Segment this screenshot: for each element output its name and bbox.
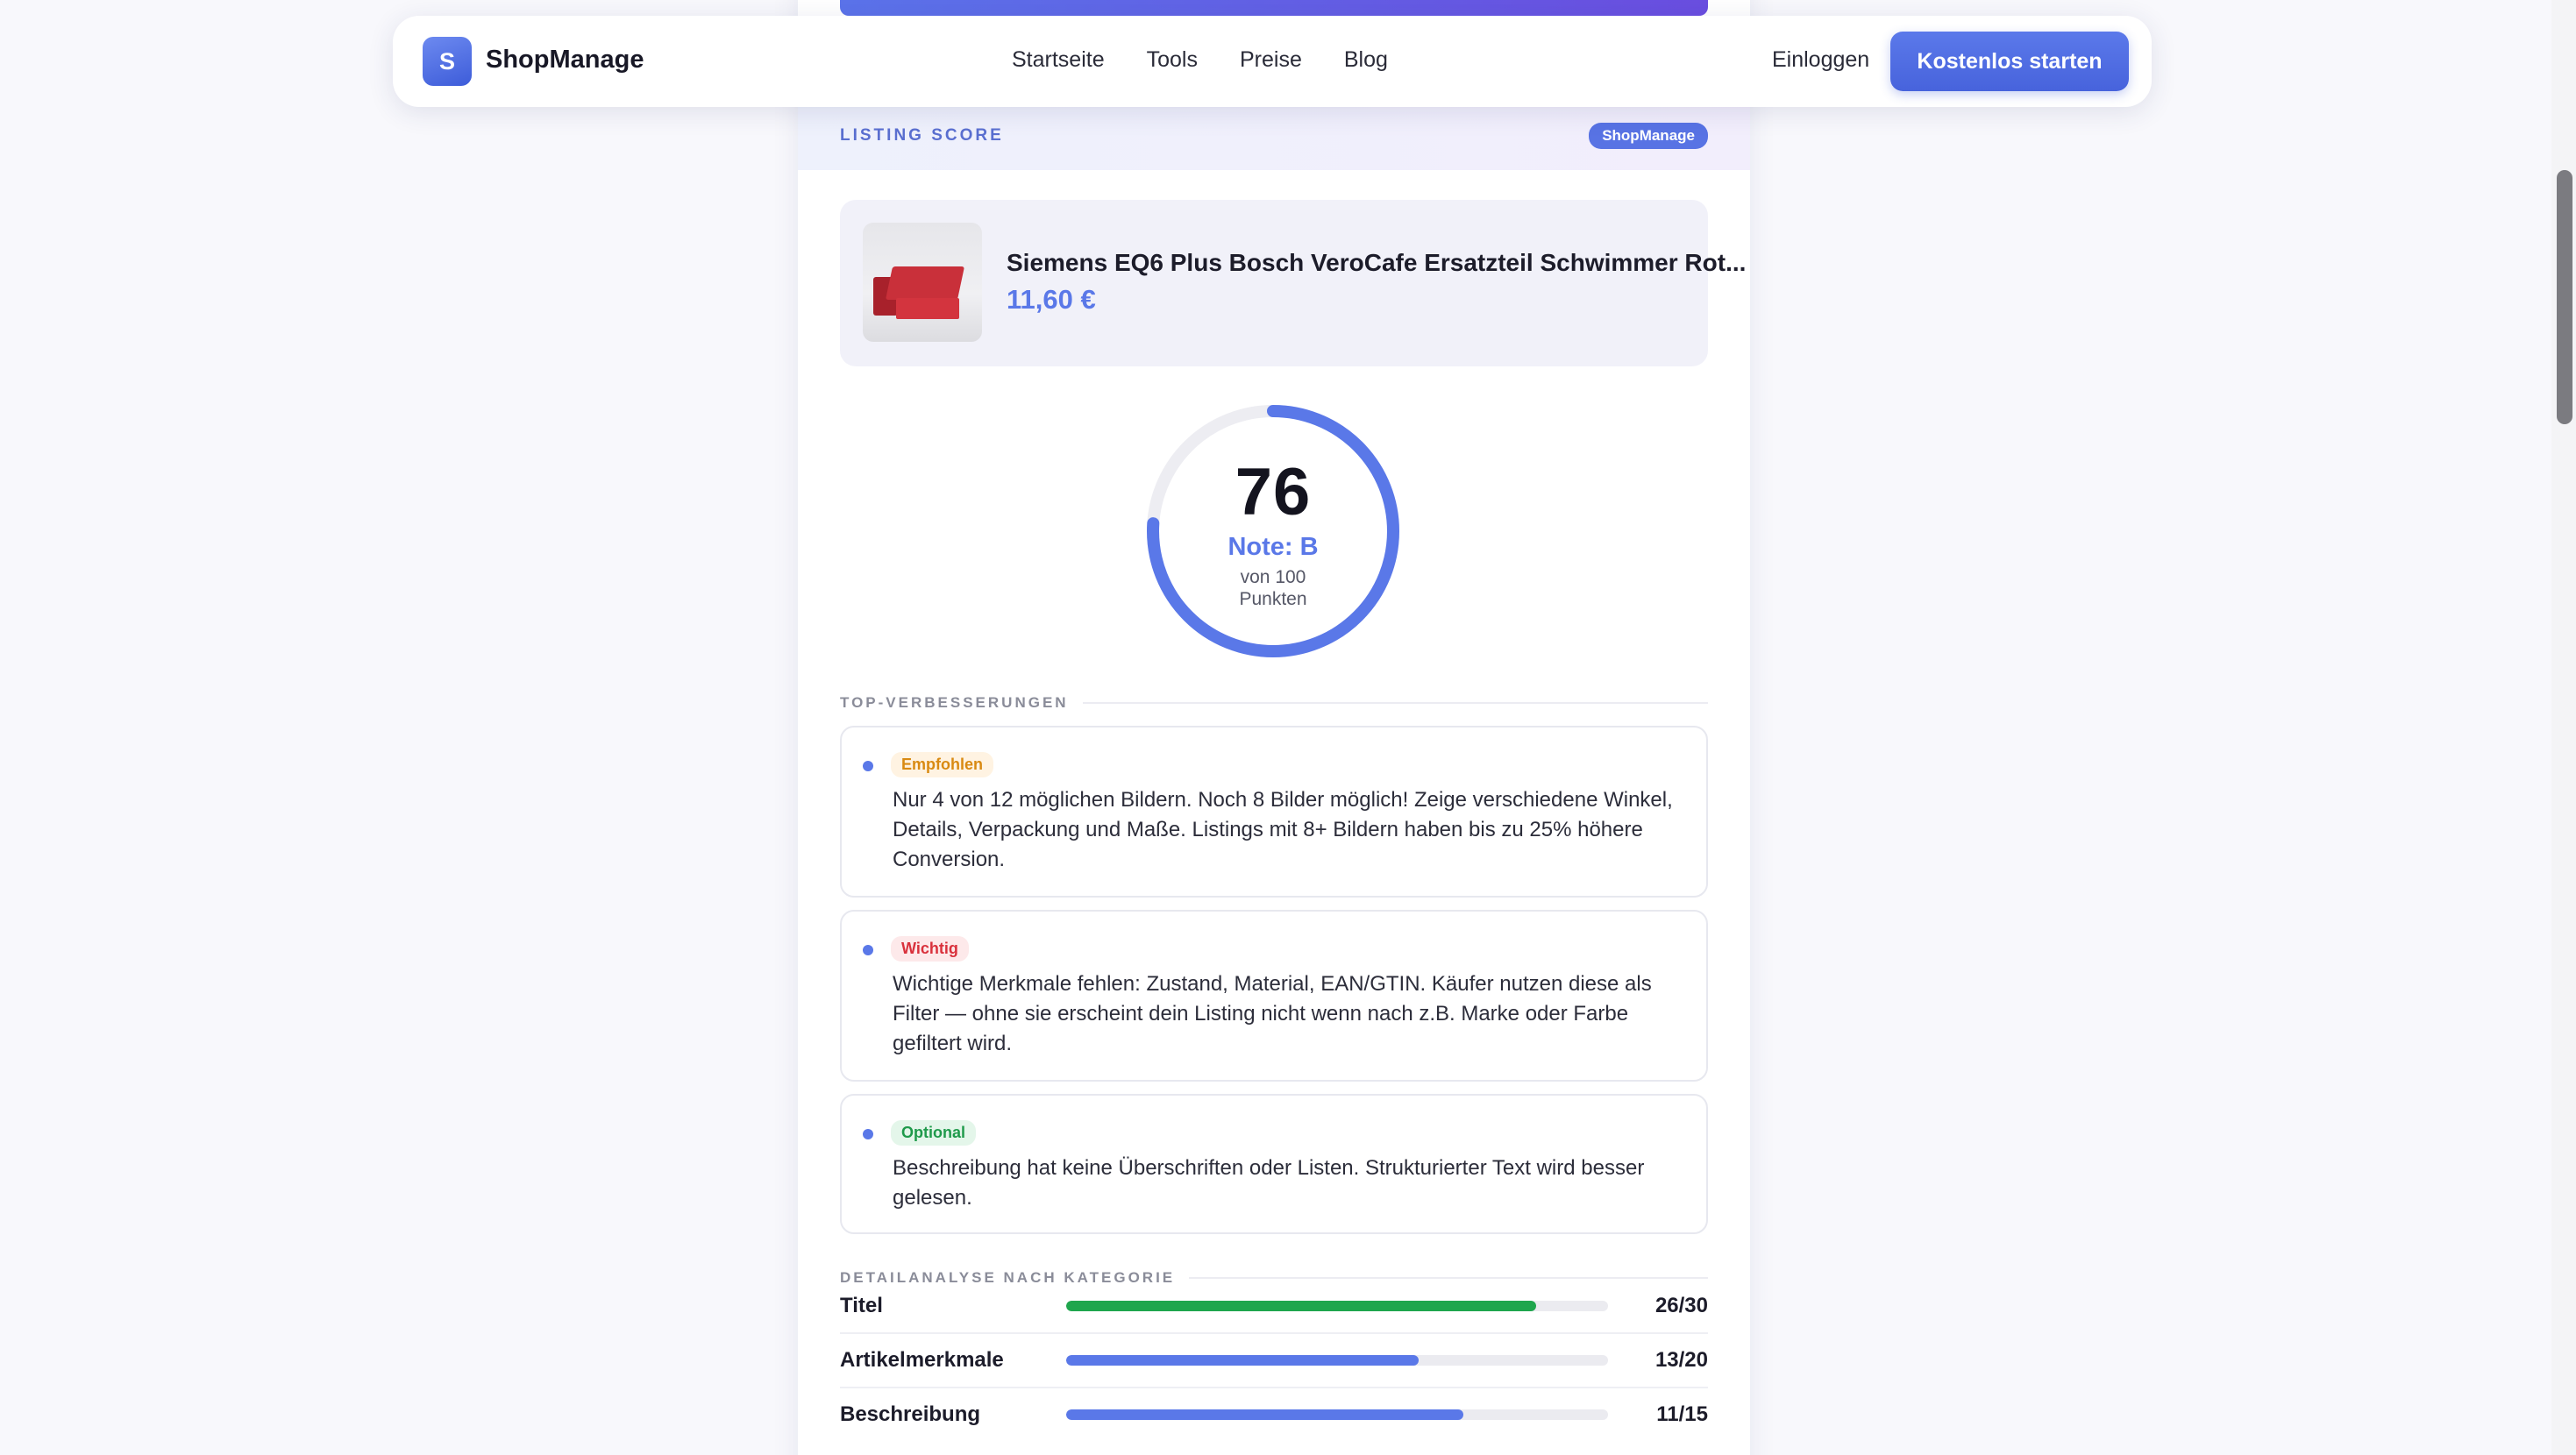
score-ring-graphic	[1147, 405, 1399, 657]
score-value: 76	[1235, 455, 1312, 529]
priority-tag: Wichtig	[891, 936, 969, 962]
product-summary: Siemens EQ6 Plus Bosch VeroCafe Ersatzte…	[840, 200, 1746, 366]
bullet-dot	[863, 761, 873, 771]
category-score: 13/20	[1654, 1348, 1708, 1372]
brand-name[interactable]: ShopManage	[486, 46, 644, 75]
improvement-item: Empfohlen Nur 4 von 12 möglichen Bildern…	[840, 726, 1708, 898]
category-row: Titel 26/30	[840, 1280, 1708, 1334]
brand-badge: ShopManage	[1589, 123, 1708, 149]
category-row: Artikelmerkmale 13/20	[840, 1334, 1708, 1388]
start-free-button[interactable]: Kostenlos starten	[1890, 32, 2129, 91]
score-grade: Note: B	[1228, 533, 1319, 561]
product-title: Siemens EQ6 Plus Bosch VeroCafe Ersatzte…	[1007, 249, 1747, 276]
category-bar	[1066, 1409, 1608, 1420]
nav-links: Startseite Tools Preise Blog	[1012, 47, 1430, 73]
login-link[interactable]: Einloggen	[1772, 47, 1869, 73]
category-row: Beschreibung 11/15	[840, 1388, 1708, 1443]
improvements-heading: TOP-VERBESSERUNGEN	[840, 694, 1708, 712]
category-name: Titel	[840, 1294, 883, 1317]
category-name: Artikelmerkmale	[840, 1348, 1004, 1372]
category-bar	[1066, 1355, 1608, 1366]
logo-icon[interactable]: S	[423, 37, 472, 86]
improvement-item: Optional Beschreibung hat keine Überschr…	[840, 1094, 1708, 1234]
score-ring: 76 Note: B von 100 Punkten	[1143, 401, 1403, 661]
category-score: 26/30	[1654, 1294, 1708, 1317]
nav-link-blog[interactable]: Blog	[1344, 47, 1388, 73]
category-score: 11/15	[1656, 1402, 1708, 1426]
score-subtitle: von 100 Punkten	[1239, 567, 1307, 609]
improvement-text: Wichtige Merkmale fehlen: Zustand, Mater…	[893, 972, 1652, 1055]
nav-link-preise[interactable]: Preise	[1240, 47, 1302, 73]
top-navigation: S ShopManage Startseite Tools Preise Blo…	[393, 16, 2152, 107]
card-header-label: LISTING SCORE	[840, 126, 1004, 145]
product-price: 11,60 €	[1007, 284, 1096, 315]
scrollbar-thumb[interactable]	[2557, 170, 2572, 424]
improvement-text: Beschreibung hat keine Überschriften ode…	[893, 1156, 1645, 1210]
card-header: LISTING SCORE ShopManage	[798, 103, 1750, 170]
bullet-dot	[863, 945, 873, 955]
improvement-item: Wichtig Wichtige Merkmale fehlen: Zustan…	[840, 910, 1708, 1082]
listing-score-card: LISTING SCORE ShopManage Siemens EQ6 Plu…	[798, 0, 1750, 1455]
category-bar	[1066, 1301, 1608, 1311]
product-thumbnail	[863, 223, 982, 342]
card-accent-bar	[840, 0, 1708, 16]
category-name: Beschreibung	[840, 1402, 981, 1426]
nav-link-startseite[interactable]: Startseite	[1012, 47, 1105, 73]
priority-tag: Optional	[891, 1120, 976, 1146]
bullet-dot	[863, 1129, 873, 1139]
nav-link-tools[interactable]: Tools	[1147, 47, 1198, 73]
improvement-text: Nur 4 von 12 möglichen Bildern. Noch 8 B…	[893, 788, 1673, 871]
priority-tag: Empfohlen	[891, 752, 993, 777]
page-scrollbar[interactable]	[2551, 0, 2576, 1455]
